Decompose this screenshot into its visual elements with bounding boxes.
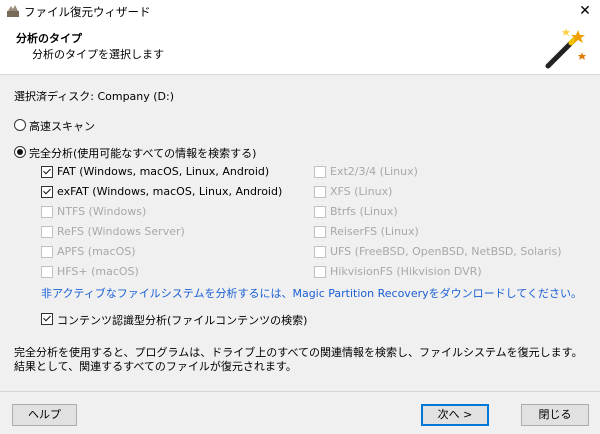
fast-scan-label[interactable]: 高速スキャン — [29, 118, 95, 134]
btrfs-checkbox — [314, 206, 326, 218]
full-analysis-label[interactable]: 完全分析(使用可能なすべての情報を検索する) — [29, 145, 256, 161]
refs-label: ReFS (Windows Server) — [57, 225, 185, 238]
close-icon[interactable]: ✕ — [570, 0, 600, 22]
ext-label: Ext2/3/4 (Linux) — [330, 165, 418, 178]
next-button[interactable]: 次へ > — [421, 404, 489, 426]
selected-disk-value: Company (D:) — [97, 90, 175, 103]
selected-disk-label: 選択済ディスク: — [14, 90, 94, 103]
hfsplus-checkbox — [41, 266, 53, 278]
apfs-label: APFS (macOS) — [57, 245, 136, 258]
ntfs-label: NTFS (Windows) — [57, 205, 147, 218]
window-title: ファイル復元ウィザード — [24, 5, 151, 19]
ufs-label: UFS (FreeBSD, OpenBSD, NetBSD, Solaris) — [330, 245, 562, 258]
selected-disk-line: 選択済ディスク: Company (D:) — [14, 88, 174, 104]
header-title: 分析のタイプ — [16, 32, 82, 45]
content-analysis-label[interactable]: コンテンツ認識型分析(ファイルコンテンツの検索) — [57, 312, 307, 328]
title-bar: ファイル復元ウィザード ✕ — [0, 0, 600, 22]
refs-checkbox — [41, 226, 53, 238]
reiserfs-label: ReiserFS (Linux) — [330, 225, 419, 238]
hikvisionfs-label: HikvisionFS (Hikvision DVR) — [330, 265, 482, 278]
description-text: 完全分析を使用すると、プログラムは、ドライブ上のすべての関連情報を検索し、ファイ… — [14, 346, 583, 373]
footer-divider — [0, 391, 600, 392]
exfat-label[interactable]: exFAT (Windows, macOS, Linux, Android) — [57, 185, 282, 198]
fast-scan-radio[interactable] — [14, 119, 26, 131]
full-analysis-radio[interactable] — [14, 146, 26, 158]
help-button[interactable]: ヘルプ — [12, 404, 77, 426]
exfat-checkbox[interactable] — [41, 186, 53, 198]
btrfs-label: Btrfs (Linux) — [330, 205, 398, 218]
ext-checkbox — [314, 166, 326, 178]
hikvisionfs-checkbox — [314, 266, 326, 278]
header-subtitle: 分析のタイプを選択します — [32, 48, 164, 61]
xfs-checkbox — [314, 186, 326, 198]
reiserfs-checkbox — [314, 226, 326, 238]
content-analysis-checkbox[interactable] — [41, 313, 53, 325]
fat-label[interactable]: FAT (Windows, macOS, Linux, Android) — [57, 165, 269, 178]
ntfs-checkbox — [41, 206, 53, 218]
close-button[interactable]: 閉じる — [521, 404, 589, 426]
wizard-header: 分析のタイプ 分析のタイプを選択します — [0, 22, 600, 75]
ufs-checkbox — [314, 246, 326, 258]
hfsplus-label: HFS+ (macOS) — [57, 265, 139, 278]
apfs-checkbox — [41, 246, 53, 258]
xfs-label: XFS (Linux) — [330, 185, 393, 198]
fat-checkbox[interactable] — [41, 166, 53, 178]
download-link[interactable]: 非アクティブなファイルシステムを分析するには、Magic Partition R… — [41, 285, 582, 301]
app-icon — [7, 5, 19, 17]
magic-wand-icon — [545, 28, 586, 69]
